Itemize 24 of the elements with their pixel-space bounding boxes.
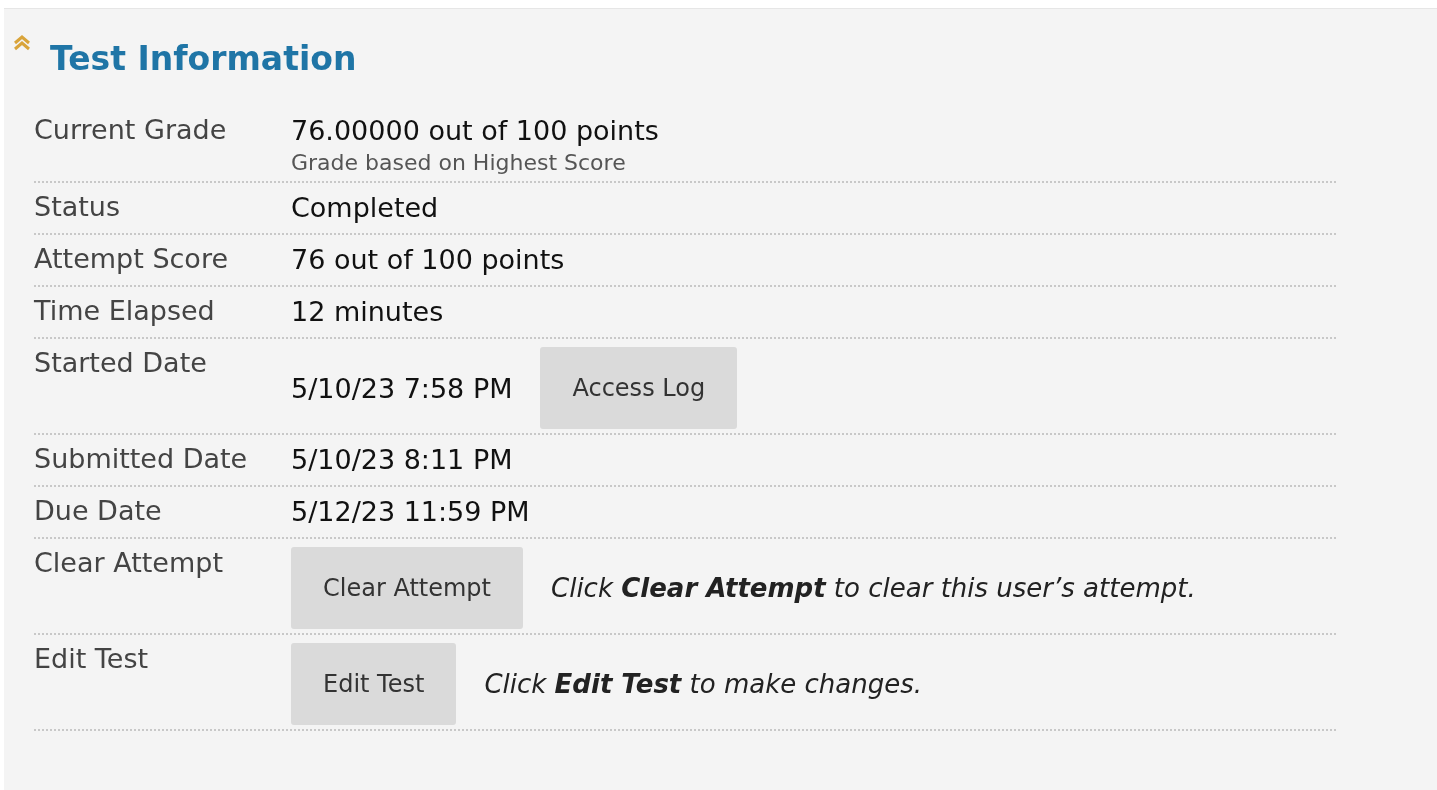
field-label: Clear Attempt bbox=[34, 546, 224, 580]
field-value: 5/12/23 11:59 PM bbox=[291, 495, 530, 527]
field-value: 76 out of 100 points bbox=[291, 243, 565, 275]
section-title: Test Information bbox=[50, 39, 357, 78]
help-text: Click Edit Test to make changes. bbox=[484, 669, 922, 699]
field-value: 12 minutes bbox=[291, 295, 444, 327]
field-value: 76.00000 out of 100 points bbox=[291, 114, 659, 146]
action-button[interactable]: Edit Test bbox=[291, 643, 457, 725]
field-label: Due Date bbox=[34, 494, 163, 528]
field-label: Edit Test bbox=[34, 642, 150, 676]
field-value: Completed bbox=[291, 191, 439, 223]
field-value: 5/10/23 8:11 PM bbox=[291, 443, 513, 475]
action-button[interactable]: Clear Attempt bbox=[291, 547, 523, 629]
field-label: Attempt Score bbox=[34, 242, 229, 276]
field-label: Status bbox=[34, 190, 122, 224]
action-button[interactable]: Access Log bbox=[540, 347, 738, 429]
field-label: Submitted Date bbox=[34, 442, 249, 476]
help-text: Click Clear Attempt to clear this user’s attempt. bbox=[551, 573, 1196, 603]
field-value: 5/10/23 7:58 PM bbox=[291, 372, 513, 404]
field-label: Started Date bbox=[34, 346, 208, 380]
grade-note: Grade based on Highest Score bbox=[291, 150, 627, 175]
field-label: Time Elapsed bbox=[34, 294, 216, 328]
field-label: Current Grade bbox=[34, 113, 228, 147]
collapse-icon[interactable] bbox=[12, 35, 32, 51]
